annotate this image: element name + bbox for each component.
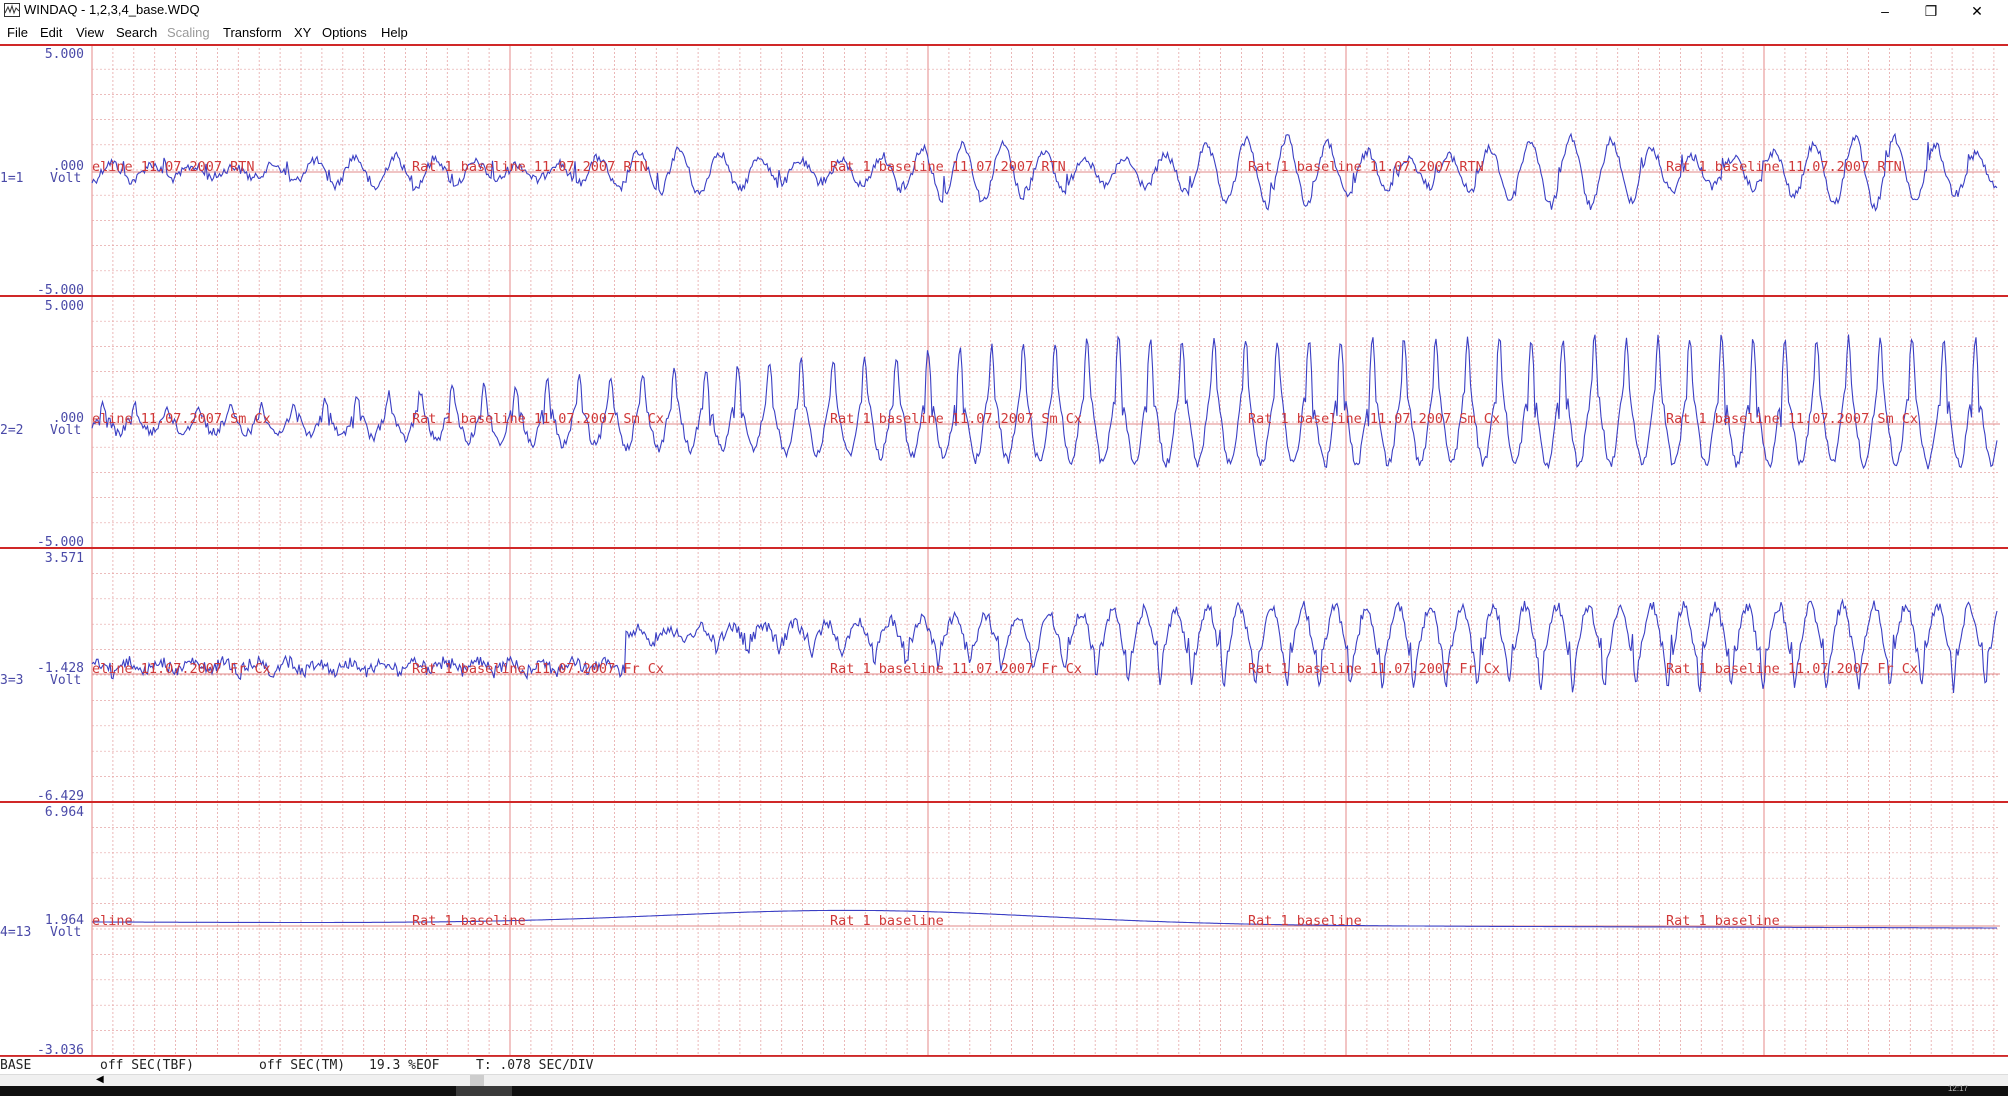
channel-unit: Volt bbox=[50, 925, 81, 940]
menu-bar: File Edit View Search Scaling Transform … bbox=[0, 22, 2008, 45]
channel-annotation: Rat 1 baseline bbox=[412, 913, 526, 929]
menu-edit[interactable]: Edit bbox=[40, 25, 62, 40]
channel-annotation: Rat 1 baseline bbox=[1248, 913, 1362, 929]
menu-transform[interactable]: Transform bbox=[223, 25, 282, 40]
menu-help[interactable]: Help bbox=[381, 25, 408, 40]
title-bar: WINDAQ - 1,2,3,4_base.WDQ – ❐ ✕ bbox=[0, 0, 2008, 22]
channel-annotation: Rat 1 baseline 11.07.2007 Sm Cx bbox=[412, 411, 664, 427]
channel-annotation: Rat 1 baseline 11.07.2007 RTN bbox=[830, 159, 1066, 175]
channel-2-trace bbox=[91, 334, 1998, 470]
menu-xy[interactable]: XY bbox=[294, 25, 311, 40]
channel-annotation: Rat 1 baseline 11.07.2007 Fr Cx bbox=[412, 661, 664, 677]
channel-3-trace bbox=[91, 598, 1998, 694]
windaq-app-icon bbox=[4, 3, 20, 17]
status-time-div: T: .078 SEC/DIV bbox=[476, 1058, 594, 1073]
channel-annotation: eline bbox=[92, 913, 133, 929]
axis-top-value: 3.571 bbox=[45, 551, 84, 566]
menu-options[interactable]: Options bbox=[322, 25, 367, 40]
window-title: WINDAQ - 1,2,3,4_base.WDQ bbox=[24, 2, 200, 17]
minimize-button[interactable]: – bbox=[1862, 0, 1908, 22]
close-button[interactable]: ✕ bbox=[1954, 0, 2000, 22]
menu-view[interactable]: View bbox=[76, 25, 104, 40]
status-tbf: off SEC(TBF) bbox=[100, 1058, 194, 1073]
channel-unit: Volt bbox=[50, 423, 81, 438]
axis-top-value: 5.000 bbox=[45, 47, 84, 62]
channel-annotation: Rat 1 baseline 11.07.2007 Fr Cx bbox=[1666, 661, 1918, 677]
menu-file[interactable]: File bbox=[7, 25, 28, 40]
channel-unit: Volt bbox=[50, 673, 81, 688]
channel-id: 3=3 bbox=[0, 673, 23, 688]
scroll-left-arrow-icon[interactable]: ◀ bbox=[96, 1074, 106, 1086]
taskbar: 12:17 bbox=[0, 1084, 2008, 1096]
menu-scaling[interactable]: Scaling bbox=[167, 25, 210, 40]
channel-annotation: Rat 1 baseline 11.07.2007 Fr Cx bbox=[1248, 661, 1500, 677]
axis-bottom-value: -5.000 bbox=[37, 535, 84, 550]
channel-annotation: Rat 1 baseline 11.07.2007 Sm Cx bbox=[830, 411, 1082, 427]
channel-annotation: Rat 1 baseline 11.07.2007 Sm Cx bbox=[1666, 411, 1918, 427]
waveform-display[interactable]: 5.000.000-5.0001=1 Volteline 11.07.2007 R… bbox=[0, 44, 2008, 1060]
menu-search[interactable]: Search bbox=[116, 25, 157, 40]
channel-annotation: Rat 1 baseline 11.07.2007 Sm Cx bbox=[1248, 411, 1500, 427]
axis-top-value: 6.964 bbox=[45, 805, 84, 820]
taskbar-active-item[interactable] bbox=[456, 1086, 512, 1096]
channel-annotation: Rat 1 baseline bbox=[830, 913, 944, 929]
scroll-thumb[interactable] bbox=[470, 1075, 484, 1086]
status-tm: off SEC(TM) bbox=[259, 1058, 346, 1073]
axis-bottom-value: -6.429 bbox=[37, 789, 84, 804]
taskbar-clock: 12:17 bbox=[1947, 1084, 1968, 1093]
channel-id: 4=13 bbox=[0, 925, 31, 940]
status-bar: BASE off SEC(TBF) off SEC(TM) 19.3 %EOF … bbox=[0, 1056, 2008, 1076]
restore-button[interactable]: ❐ bbox=[1908, 0, 1954, 22]
channel-annotation: Rat 1 baseline 11.07.2007 RTN bbox=[412, 159, 648, 175]
channel-annotation: eline 11.07.2007 Sm Cx bbox=[92, 411, 271, 427]
channel-annotation: Rat 1 baseline 11.07.2007 RTN bbox=[1666, 159, 1902, 175]
channel-annotation: Rat 1 baseline 11.07.2007 RTN bbox=[1248, 159, 1484, 175]
channel-annotation: Rat 1 baseline 11.07.2007 Fr Cx bbox=[830, 661, 1082, 677]
channel-id: 2=2 bbox=[0, 423, 23, 438]
status-eof: 19.3 %EOF bbox=[369, 1058, 440, 1073]
channel-annotation: eline 11.07.2007 RTN bbox=[92, 159, 255, 175]
axis-top-value: 5.000 bbox=[45, 299, 84, 314]
channel-annotation: Rat 1 baseline bbox=[1666, 913, 1780, 929]
channel-unit: Volt bbox=[50, 171, 81, 186]
channel-id: 1=1 bbox=[0, 171, 23, 186]
axis-bottom-value: -5.000 bbox=[37, 283, 84, 298]
channel-annotation: eline 11.07.2007 Fr Cx bbox=[92, 661, 271, 677]
